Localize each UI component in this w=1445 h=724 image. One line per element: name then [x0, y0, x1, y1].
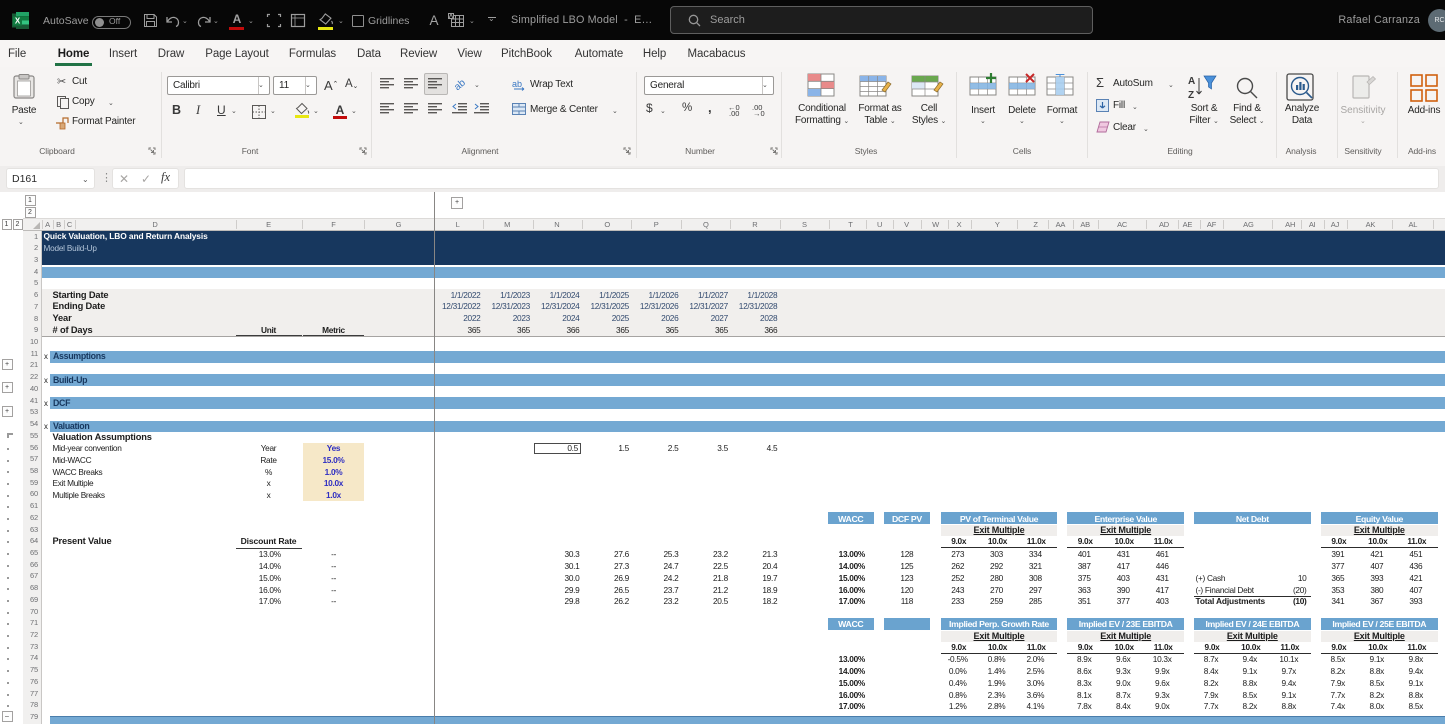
- svg-text:X: X: [15, 17, 21, 26]
- svg-text:→0: →0: [753, 109, 765, 118]
- svg-text:.00: .00: [729, 109, 739, 118]
- svg-text:ab: ab: [512, 79, 522, 89]
- svg-text:Z: Z: [1188, 90, 1194, 101]
- svg-text:A: A: [1188, 76, 1195, 87]
- svg-text:ab: ab: [452, 77, 468, 93]
